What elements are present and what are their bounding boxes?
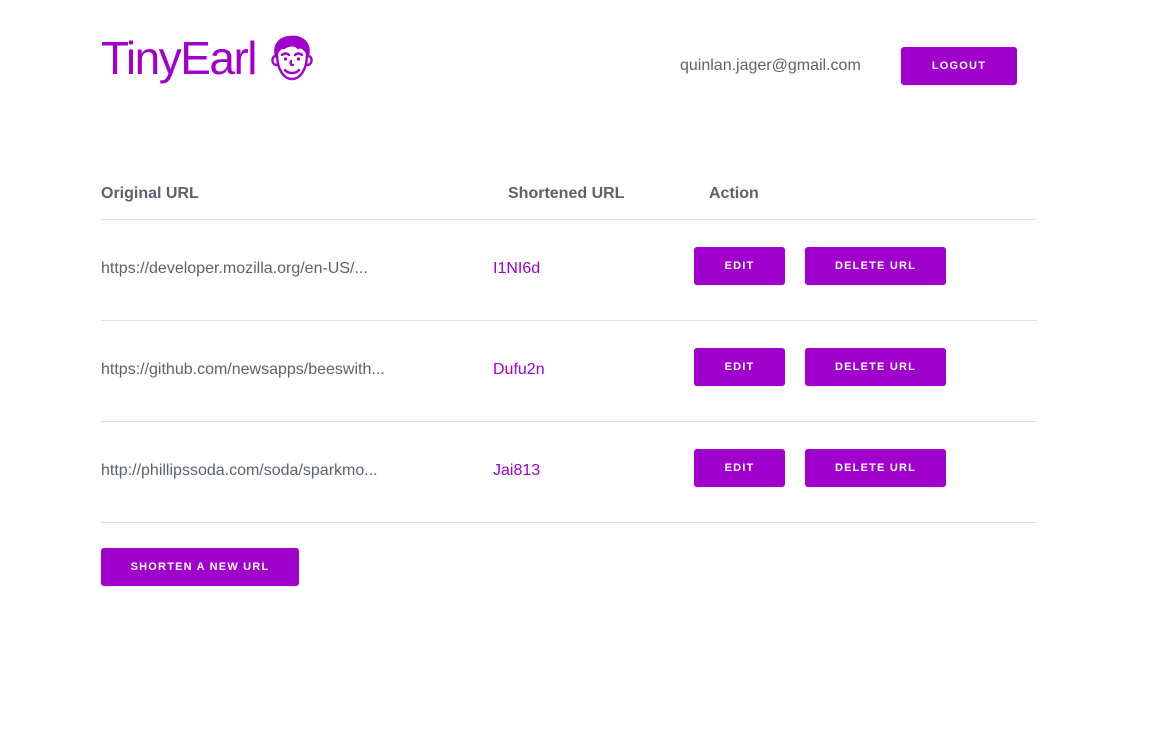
column-header-action: Action xyxy=(709,185,759,202)
delete-url-button[interactable]: DELETE URL xyxy=(805,348,946,386)
short-url-link[interactable]: Dufu2n xyxy=(493,361,545,379)
brand-title[interactable]: TinyEarl xyxy=(101,30,258,86)
table-divider xyxy=(101,522,1037,523)
table-divider xyxy=(101,320,1037,321)
brand[interactable]: TinyEarl xyxy=(101,30,316,86)
user-email: quinlan.jager@gmail.com xyxy=(680,57,861,74)
boy-face-icon xyxy=(271,35,313,81)
page: TinyEarl quinlan.jager@gmail.com LOGOUT … xyxy=(0,0,1152,739)
delete-url-button[interactable]: DELETE URL xyxy=(805,449,946,487)
column-header-original-url: Original URL xyxy=(101,185,199,202)
edit-button[interactable]: EDIT xyxy=(694,449,785,487)
edit-button[interactable]: EDIT xyxy=(694,348,785,386)
column-header-shortened-url: Shortened URL xyxy=(508,185,625,202)
original-url-cell: http://phillipssoda.com/soda/sparkmo... xyxy=(101,462,378,479)
table-divider xyxy=(101,421,1037,422)
short-url-link[interactable]: Jai813 xyxy=(493,462,540,480)
edit-button[interactable]: EDIT xyxy=(694,247,785,285)
logout-button[interactable]: LOGOUT xyxy=(901,47,1017,85)
original-url-cell: https://developer.mozilla.org/en-US/... xyxy=(101,260,368,277)
shorten-new-url-button[interactable]: SHORTEN A NEW URL xyxy=(101,548,299,586)
short-url-link[interactable]: I1NI6d xyxy=(493,260,540,278)
original-url-cell: https://github.com/newsapps/beeswith... xyxy=(101,361,385,378)
table-divider xyxy=(101,219,1037,220)
delete-url-button[interactable]: DELETE URL xyxy=(805,247,946,285)
